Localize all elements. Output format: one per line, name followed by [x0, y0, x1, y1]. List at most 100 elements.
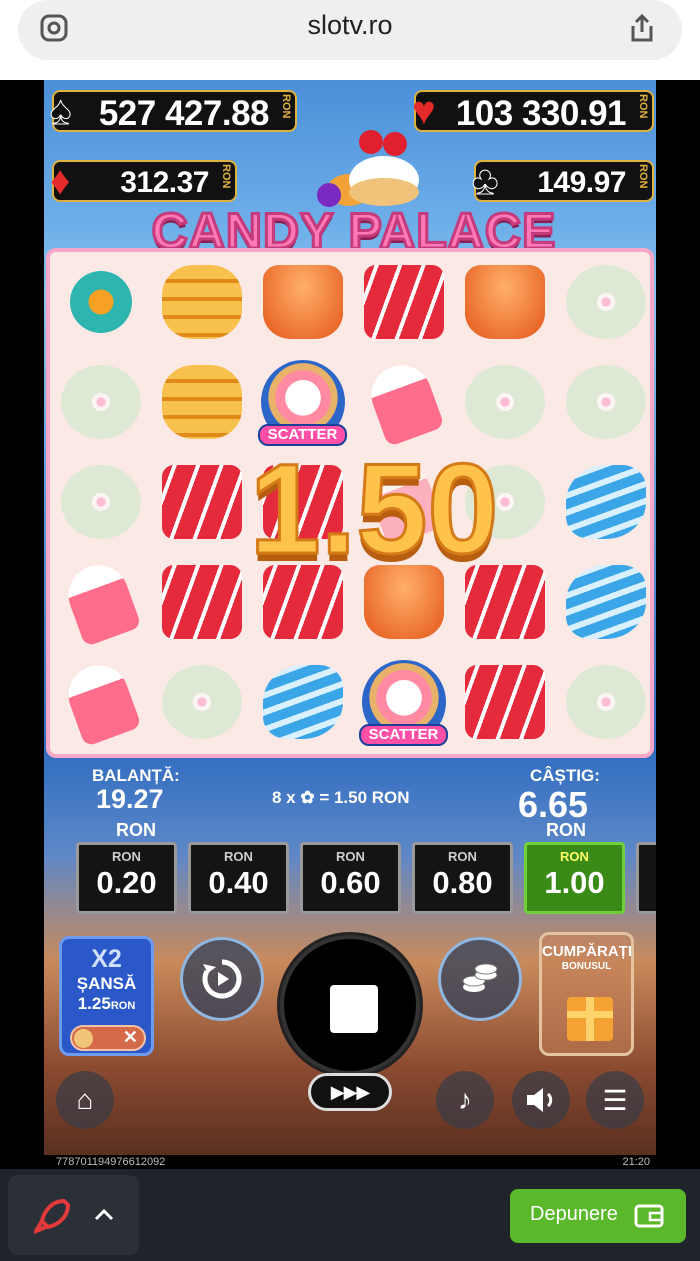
game-footer: 778701194976612092 21:20 [0, 1155, 700, 1169]
music-button[interactable]: ♪ [436, 1071, 494, 1129]
info-bar: BALANȚĂ: 19.27 RON 8 x ✿ = 1.50 RON CÂȘT… [44, 760, 656, 840]
cake-logo-icon [317, 130, 419, 207]
chevron-up-icon [94, 1208, 114, 1221]
double-chance-price: 1.25RON [77, 994, 136, 1013]
sound-button[interactable] [512, 1071, 570, 1129]
jackpot-clubs: ♣ 149.97 RON [471, 159, 654, 204]
wrapped-candy-icon [69, 271, 132, 333]
double-chance-title: X2 [91, 945, 122, 973]
game-canvas: ♠ 527 427.88 RON ♥ 103 330.91 RON ♦ 312.… [44, 80, 656, 1155]
bet-button-2[interactable]: RON 0.60 [300, 842, 401, 914]
bet-button-0[interactable]: RON 0.20 [76, 842, 177, 914]
balance-value: 19.27 [96, 784, 164, 814]
balance-label: BALANȚĂ: [92, 766, 180, 785]
bet-currency: RON [560, 849, 589, 864]
macaron-icon [161, 365, 242, 439]
macaron-icon [161, 265, 242, 339]
autoplay-icon [202, 959, 242, 999]
spin-stop-button[interactable] [280, 935, 420, 1075]
jelly-icon [262, 265, 343, 339]
gumball-bag-icon [565, 265, 646, 339]
turbo-button[interactable]: ▶▶▶ [308, 1073, 392, 1111]
toggle-knob [74, 1029, 93, 1048]
candy-roll-icon [565, 565, 646, 639]
jackpot-currency: RON [637, 94, 649, 119]
bet-currency: RON [448, 849, 477, 864]
bet-button-1[interactable]: RON 0.40 [188, 842, 289, 914]
reel-symbol [50, 552, 151, 652]
menu-button[interactable]: ☰ [586, 1071, 644, 1129]
deposit-label: Depunere [530, 1203, 618, 1225]
bet-value: 0.40 [208, 865, 269, 900]
reel-symbol [555, 652, 650, 752]
spade-icon: ♠ [49, 89, 72, 134]
reel-symbol [252, 252, 353, 352]
reel-symbol [252, 652, 353, 752]
autoplay-button[interactable] [180, 937, 264, 1021]
home-icon: ⌂ [76, 1084, 94, 1115]
bet-currency: RON [224, 849, 253, 864]
bet-currency: RON [336, 849, 365, 864]
win-amount-overlay: 1.50 [248, 437, 500, 583]
buy-bonus-button[interactable]: CUMPĂRAȚI BONUSUL [539, 932, 634, 1056]
reel-symbol [50, 252, 151, 352]
gift-icon [567, 997, 613, 1041]
diamond-icon: ♦ [50, 159, 71, 203]
jackpot-diamonds: ♦ 312.37 RON [50, 159, 237, 203]
bet-value: 0.60 [320, 865, 381, 900]
round-id: 778701194976612092 [56, 1156, 166, 1168]
jackpot-currency: RON [220, 164, 232, 189]
gumball-bag-icon [565, 665, 646, 739]
jelly-icon [464, 265, 545, 339]
buy-bonus-subtitle: BONUSUL [561, 961, 612, 972]
jackpot-value: 149.97 [537, 166, 626, 199]
reel-symbol [353, 252, 454, 352]
right-letterbox [656, 80, 700, 1155]
reel-symbol [555, 552, 650, 652]
club-icon: ♣ [471, 159, 499, 204]
gumball-bag-icon [565, 365, 646, 439]
bet-value: 0.80 [432, 865, 493, 900]
reel-symbol [50, 652, 151, 752]
gumball-bag-icon [464, 365, 545, 439]
bet-currency: RON [112, 849, 141, 864]
bet-value: 1.00 [544, 865, 605, 900]
double-chance-toggle[interactable]: ✕ [70, 1025, 146, 1051]
jackpot-value: 527 427.88 [98, 94, 270, 133]
bet-coins-button[interactable] [438, 937, 522, 1021]
wallet-icon [634, 1204, 664, 1228]
reel-symbol [555, 352, 650, 452]
candy-roll-icon [262, 665, 343, 739]
stop-icon [330, 985, 378, 1033]
deposit-button[interactable]: Depunere [510, 1189, 686, 1243]
reel-symbol [50, 352, 151, 452]
ice-pop-icon [362, 356, 445, 448]
bet-button-more[interactable] [636, 842, 656, 914]
scatter-symbol: SCATTER [353, 652, 454, 752]
jackpot-hearts: ♥ 103 330.91 RON [412, 89, 654, 133]
gumball-bag-icon [60, 465, 141, 539]
left-letterbox [0, 80, 44, 1155]
jackpot-spades: ♠ 527 427.88 RON [49, 89, 297, 134]
reel-symbol [50, 452, 151, 552]
home-button[interactable]: ⌂ [56, 1071, 114, 1129]
clock: 21:20 [622, 1156, 650, 1168]
buy-bonus-title: CUMPĂRAȚI [542, 943, 632, 960]
double-chance-panel[interactable]: X2 ȘANSĂ 1.25RON ✕ [59, 936, 154, 1056]
double-chance-label: ȘANSĂ [76, 974, 137, 993]
share-icon[interactable] [626, 12, 658, 44]
bet-button-4-selected[interactable]: RON 1.00 [524, 842, 625, 914]
reel-symbol [454, 252, 555, 352]
win-line-text: 8 x ✿ = 1.50 RON [272, 788, 410, 807]
balance-currency: RON [116, 820, 156, 840]
candy-roll-icon [565, 465, 646, 539]
bet-value: 0.20 [96, 865, 157, 900]
reel-symbol [454, 652, 555, 752]
url-text[interactable]: slotv.ro [0, 10, 700, 41]
browser-bar: slotv.ro [0, 0, 700, 80]
speaker-icon [527, 1088, 553, 1112]
site-bottom-bar: Depunere [0, 1169, 700, 1261]
bet-button-3[interactable]: RON 0.80 [412, 842, 513, 914]
win-label: CÂȘTIG: [530, 766, 600, 785]
rocket-menu-button[interactable] [8, 1175, 139, 1255]
